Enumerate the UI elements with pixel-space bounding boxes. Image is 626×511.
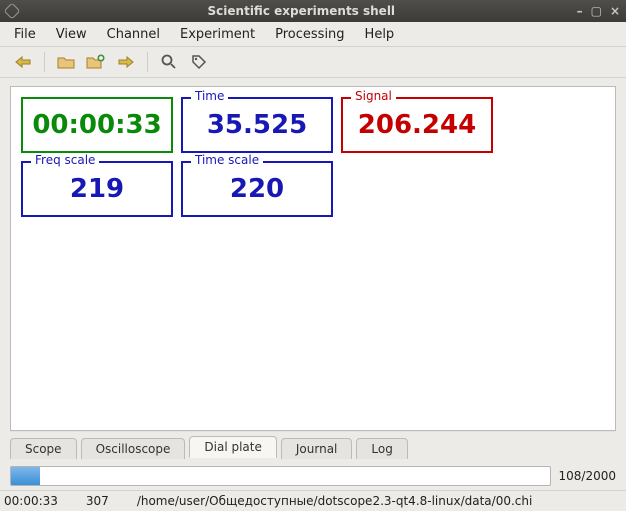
dial-freq-scale: Freq scale 219 (21, 161, 173, 217)
tab-log[interactable]: Log (356, 438, 407, 459)
zoom-icon (161, 54, 177, 70)
menu-view[interactable]: View (50, 25, 97, 44)
status-count: 307 (86, 494, 109, 508)
menu-processing[interactable]: Processing (269, 25, 354, 44)
dial-signal: Signal 206.244 (341, 97, 493, 153)
open-button[interactable] (53, 50, 79, 74)
progress-bar[interactable] (10, 466, 551, 486)
open-add-icon (86, 54, 106, 70)
menu-experiment[interactable]: Experiment (174, 25, 265, 44)
dial-time-scale-label: Time scale (191, 153, 263, 167)
progress-label: 108/2000 (559, 469, 617, 483)
window-body: File View Channel Experiment Processing … (0, 22, 626, 511)
dial-signal-label: Signal (351, 89, 396, 103)
dial-clock: 00:00:33 (21, 97, 173, 153)
status-timestamp: 00:00:33 (4, 494, 58, 508)
open-add-button[interactable] (83, 50, 109, 74)
dial-time-label: Time (191, 89, 228, 103)
maximize-button[interactable]: ▢ (591, 4, 602, 18)
dial-time-scale: Time scale 220 (181, 161, 333, 217)
menubar: File View Channel Experiment Processing … (0, 22, 626, 47)
toolbar-separator (44, 52, 45, 72)
status-path: /home/user/Общедоступные/dotscope2.3-qt4… (137, 494, 622, 508)
tab-journal[interactable]: Journal (281, 438, 353, 459)
app-icon (4, 3, 21, 20)
statusbar: 00:00:33 307 /home/user/Общедоступные/do… (0, 490, 626, 511)
window-titlebar: Scientific experiments shell – ▢ × (0, 0, 626, 22)
close-button[interactable]: × (610, 4, 620, 18)
menu-channel[interactable]: Channel (101, 25, 170, 44)
dial-time-value: 35.525 (207, 110, 307, 140)
tag-button[interactable] (186, 50, 212, 74)
content-blank-space (21, 217, 605, 422)
tab-dial-plate[interactable]: Dial plate (189, 436, 276, 458)
minimize-button[interactable]: – (577, 4, 583, 18)
tab-oscilloscope[interactable]: Oscilloscope (81, 438, 186, 459)
dial-time: Time 35.525 (181, 97, 333, 153)
window-title: Scientific experiments shell (26, 4, 577, 18)
dial-signal-value: 206.244 (358, 110, 476, 140)
zoom-button[interactable] (156, 50, 182, 74)
dial-time-scale-value: 220 (230, 174, 284, 204)
content-frame: 00:00:33 Time 35.525 Signal 206.244 Freq… (10, 86, 616, 431)
tab-bar: Scope Oscilloscope Dial plate Journal Lo… (10, 431, 616, 458)
menu-file[interactable]: File (8, 25, 46, 44)
toolbar (0, 47, 626, 78)
open-folder-icon (57, 55, 75, 69)
toolbar-separator (147, 52, 148, 72)
back-arrow-icon (14, 55, 32, 69)
dial-freq-scale-value: 219 (70, 174, 124, 204)
dial-plate-grid: 00:00:33 Time 35.525 Signal 206.244 Freq… (21, 97, 605, 217)
back-button[interactable] (10, 50, 36, 74)
dial-clock-value: 00:00:33 (32, 110, 161, 140)
tag-icon (191, 54, 207, 70)
dial-freq-scale-label: Freq scale (31, 153, 99, 167)
forward-button[interactable] (113, 50, 139, 74)
main-area: 00:00:33 Time 35.525 Signal 206.244 Freq… (0, 78, 626, 462)
tab-scope[interactable]: Scope (10, 438, 77, 459)
progress-fill (11, 467, 40, 485)
forward-arrow-icon (117, 55, 135, 69)
progress-row: 108/2000 (0, 462, 626, 490)
menu-help[interactable]: Help (359, 25, 405, 44)
